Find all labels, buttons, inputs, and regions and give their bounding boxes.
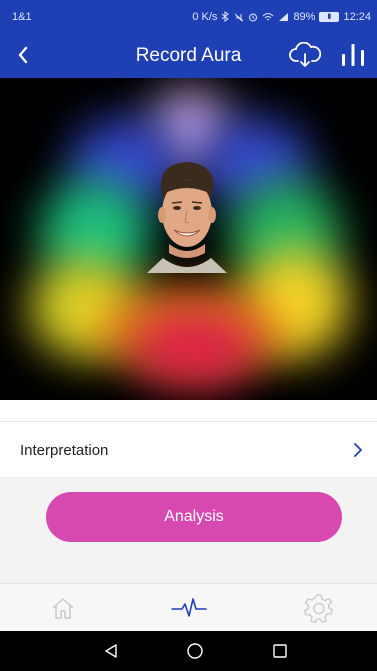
bar-chart-icon — [342, 44, 364, 66]
home-icon — [52, 598, 74, 619]
bottom-tab-bar — [0, 583, 377, 631]
nav-back-button[interactable] — [96, 639, 126, 663]
interpretation-row[interactable]: Interpretation — [0, 423, 377, 478]
cloud-download-icon — [289, 42, 321, 67]
signal-icon — [279, 12, 289, 21]
chevron-right-icon — [353, 442, 363, 458]
divider-strip — [0, 400, 377, 422]
settings-gear-icon — [304, 594, 333, 623]
status-icons: 0 K/s 89% ▮ 12:24 — [192, 11, 371, 23]
system-nav-bar — [0, 631, 377, 671]
aura-red-glow — [130, 308, 260, 388]
aura-image — [0, 78, 377, 400]
nav-home-button[interactable] — [180, 639, 210, 663]
tab-aura[interactable] — [159, 588, 219, 628]
carrier-label: 1&1 — [12, 10, 32, 23]
mute-icon — [235, 13, 244, 21]
tab-settings[interactable] — [289, 588, 349, 628]
interpretation-label: Interpretation — [20, 441, 109, 459]
square-recents-icon — [273, 644, 287, 658]
pulse-icon — [171, 598, 207, 617]
battery-icon: ▮ — [319, 11, 340, 22]
bluetooth-icon — [222, 11, 230, 22]
alarm-icon — [249, 13, 258, 21]
analysis-button[interactable]: Analysis — [46, 492, 342, 542]
chart-button[interactable] — [335, 38, 371, 72]
network-speed: 0 K/s — [192, 10, 218, 23]
back-button[interactable] — [8, 39, 38, 71]
cloud-button[interactable] — [287, 38, 323, 72]
wifi-icon — [263, 12, 274, 20]
analysis-section: Analysis — [0, 478, 377, 583]
face-photo — [147, 162, 227, 273]
triangle-back-icon — [105, 644, 117, 658]
tab-home[interactable] — [33, 588, 93, 628]
nav-recents-button[interactable] — [265, 639, 295, 663]
status-bar: 1&1 0 K/s 89% ▮ 12:24 — [0, 0, 377, 33]
battery-percent: 89% — [293, 10, 316, 23]
circle-home-icon — [187, 643, 203, 659]
app-bar: Record Aura — [0, 33, 377, 78]
chevron-left-icon — [18, 46, 28, 64]
clock-time: 12:24 — [343, 10, 371, 23]
